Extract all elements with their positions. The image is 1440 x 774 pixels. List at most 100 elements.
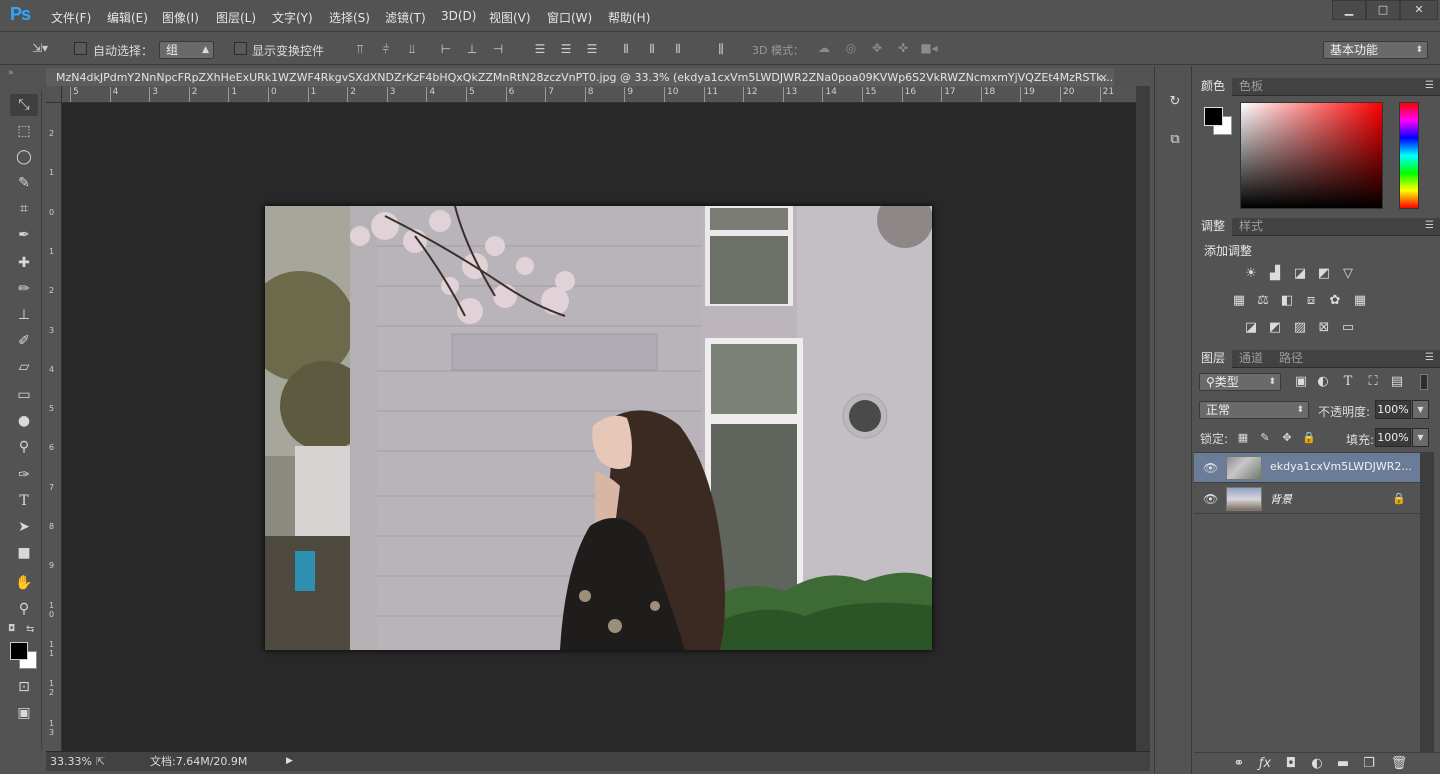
zoom-level[interactable]: 33.33% bbox=[50, 752, 92, 771]
lock-position-icon[interactable]: ✥ bbox=[1278, 430, 1296, 446]
vibrance-icon[interactable]: ▽ bbox=[1339, 266, 1357, 282]
vertical-scrollbar[interactable] bbox=[1136, 86, 1150, 751]
3d-slide-icon[interactable]: ✜ bbox=[894, 41, 912, 55]
foreground-color-swatch[interactable] bbox=[10, 642, 28, 660]
menu-filter[interactable]: 滤镜(T) bbox=[385, 9, 426, 26]
dodge-tool-icon[interactable]: ⚲ bbox=[10, 436, 38, 458]
lock-image-icon[interactable]: ✎ bbox=[1256, 430, 1274, 446]
distribute-vcenter-icon[interactable]: ☰ bbox=[558, 42, 574, 56]
panel-menu-icon[interactable]: ☰ bbox=[1425, 220, 1434, 231]
eyedropper-tool-icon[interactable]: ✒ bbox=[10, 224, 38, 246]
hue-saturation-icon[interactable]: ▦ bbox=[1230, 293, 1248, 309]
history-panel-icon[interactable]: ↻ bbox=[1165, 94, 1185, 112]
gradient-map-icon[interactable]: ▭ bbox=[1339, 320, 1357, 336]
eraser-tool-icon[interactable]: ▱ bbox=[10, 356, 38, 378]
filter-shape-icon[interactable]: ⛶ bbox=[1364, 374, 1382, 390]
link-layers-icon[interactable]: ⚭ bbox=[1230, 756, 1248, 772]
layer-row[interactable]: 👁 ekdya1cxVm5LWDJWR2... bbox=[1194, 453, 1420, 483]
history-brush-tool-icon[interactable]: ✐ bbox=[10, 330, 38, 352]
visibility-eye-icon[interactable]: 👁 bbox=[1203, 461, 1218, 475]
posterize-icon[interactable]: ◩ bbox=[1266, 320, 1284, 336]
tab-color[interactable]: 颜色 bbox=[1194, 78, 1233, 96]
distribute-top-icon[interactable]: ☰ bbox=[532, 42, 548, 56]
auto-select-dropdown[interactable]: 组 ▲ bbox=[159, 41, 214, 59]
workspace-dropdown[interactable]: 基本功能 ⬍ bbox=[1323, 41, 1428, 59]
opacity-dropdown-icon[interactable]: ▼ bbox=[1412, 400, 1429, 419]
color-lookup-icon[interactable]: ▦ bbox=[1351, 293, 1369, 309]
gradient-tool-icon[interactable]: ▭ bbox=[10, 384, 38, 406]
fill-dropdown-icon[interactable]: ▼ bbox=[1412, 428, 1429, 447]
ruler-origin[interactable] bbox=[46, 86, 62, 103]
tab-styles[interactable]: 样式 bbox=[1232, 218, 1270, 236]
align-right-icon[interactable]: ⊣ bbox=[490, 42, 506, 56]
lasso-tool-icon[interactable]: ◯ bbox=[10, 146, 38, 168]
panel-menu-icon[interactable]: ☰ bbox=[1425, 352, 1434, 363]
selective-color-icon[interactable]: ⊠ bbox=[1315, 320, 1333, 336]
menu-image[interactable]: 图像(I) bbox=[162, 9, 199, 26]
hue-slider[interactable] bbox=[1399, 102, 1419, 209]
layer-row[interactable]: 👁 背景 🔒 bbox=[1194, 484, 1420, 514]
align-vcenter-icon[interactable]: ⫩ bbox=[378, 42, 394, 56]
filter-type-icon[interactable]: T bbox=[1339, 374, 1357, 390]
move-tool-preset-icon[interactable]: ⇲▾ bbox=[24, 41, 56, 55]
channel-mixer-icon[interactable]: ✿ bbox=[1326, 293, 1344, 309]
menu-view[interactable]: 视图(V) bbox=[489, 9, 531, 26]
clone-stamp-tool-icon[interactable]: ⊥ bbox=[10, 304, 38, 326]
align-hcenter-icon[interactable]: ⊥ bbox=[464, 42, 480, 56]
invert-icon[interactable]: ◪ bbox=[1242, 320, 1260, 336]
new-group-icon[interactable]: ▬ bbox=[1334, 756, 1352, 772]
tab-paths[interactable]: 路径 bbox=[1272, 350, 1310, 368]
menu-type[interactable]: 文字(Y) bbox=[272, 9, 313, 26]
close-window-button[interactable]: ✕ bbox=[1400, 0, 1438, 20]
3d-pan-icon[interactable]: ✥ bbox=[868, 41, 886, 55]
tab-layers[interactable]: 图层 bbox=[1194, 350, 1233, 368]
panel-foreground-swatch[interactable] bbox=[1204, 107, 1223, 126]
menu-edit[interactable]: 编辑(E) bbox=[107, 9, 148, 26]
blur-tool-icon[interactable]: ● bbox=[10, 410, 38, 432]
quick-mask-icon[interactable]: ⊡ bbox=[10, 676, 38, 698]
type-tool-icon[interactable]: T bbox=[10, 490, 38, 512]
layer-style-fx-icon[interactable]: ƒx bbox=[1256, 756, 1274, 772]
export-icon[interactable]: ⇱ bbox=[96, 752, 105, 771]
screen-mode-icon[interactable]: ▣ bbox=[10, 702, 38, 724]
levels-icon[interactable]: ▟ bbox=[1266, 266, 1284, 282]
expand-toolbar-icon[interactable]: » bbox=[8, 68, 14, 78]
path-select-tool-icon[interactable]: ➤ bbox=[10, 516, 38, 538]
distribute-right-icon[interactable]: ⫴ bbox=[670, 42, 686, 56]
layer-filter-dropdown[interactable]: ⚲类型 ⬍ bbox=[1199, 373, 1281, 391]
menu-layer[interactable]: 图层(L) bbox=[216, 9, 256, 26]
hand-tool-icon[interactable]: ✋ bbox=[10, 572, 38, 594]
layers-scrollbar[interactable] bbox=[1420, 452, 1434, 752]
panel-menu-icon[interactable]: ☰ bbox=[1425, 80, 1434, 91]
lock-transparent-icon[interactable]: ▦ bbox=[1234, 430, 1252, 446]
lock-all-icon[interactable]: 🔒 bbox=[1300, 430, 1318, 446]
quick-select-tool-icon[interactable]: ✎ bbox=[10, 172, 38, 194]
visibility-eye-icon[interactable]: 👁 bbox=[1203, 492, 1218, 506]
3d-rotate-icon[interactable]: ☁ bbox=[815, 41, 833, 55]
new-layer-icon[interactable]: ❐ bbox=[1360, 756, 1378, 772]
align-left-icon[interactable]: ⊢ bbox=[438, 42, 454, 56]
distribute-left-icon[interactable]: ⫴ bbox=[618, 42, 634, 56]
canvas-area[interactable] bbox=[62, 103, 1136, 751]
blend-mode-dropdown[interactable]: 正常 ⬍ bbox=[1199, 401, 1309, 419]
document-image[interactable] bbox=[265, 206, 932, 650]
tab-channels[interactable]: 通道 bbox=[1232, 350, 1270, 368]
crop-tool-icon[interactable]: ⌗ bbox=[10, 198, 38, 220]
color-field[interactable] bbox=[1240, 102, 1383, 209]
status-menu-arrow-icon[interactable]: ▶ bbox=[286, 752, 293, 771]
menu-3d[interactable]: 3D(D) bbox=[441, 9, 476, 23]
restore-button[interactable]: □ bbox=[1366, 0, 1400, 20]
filter-smart-object-icon[interactable]: ▤ bbox=[1388, 374, 1406, 390]
brush-tool-icon[interactable]: ✏ bbox=[10, 278, 38, 300]
photo-filter-icon[interactable]: ⧈ bbox=[1302, 293, 1320, 309]
3d-camera-icon[interactable]: ■◂ bbox=[920, 41, 938, 55]
healing-brush-tool-icon[interactable]: ✚ bbox=[10, 252, 38, 274]
menu-file[interactable]: 文件(F) bbox=[51, 9, 91, 26]
document-tab[interactable]: MzN4dkJPdmY2NnNpcFRpZXhHeExURk1WZWF4Rkgv… bbox=[46, 68, 1114, 88]
tab-swatches[interactable]: 色板 bbox=[1232, 78, 1270, 96]
swap-colors-icon[interactable]: ⇆ bbox=[26, 624, 34, 635]
pen-tool-icon[interactable]: ✑ bbox=[10, 464, 38, 486]
menu-window[interactable]: 窗口(W) bbox=[547, 9, 592, 26]
auto-align-icon[interactable]: ⫼ bbox=[712, 42, 730, 56]
curves-icon[interactable]: ◪ bbox=[1291, 266, 1309, 282]
